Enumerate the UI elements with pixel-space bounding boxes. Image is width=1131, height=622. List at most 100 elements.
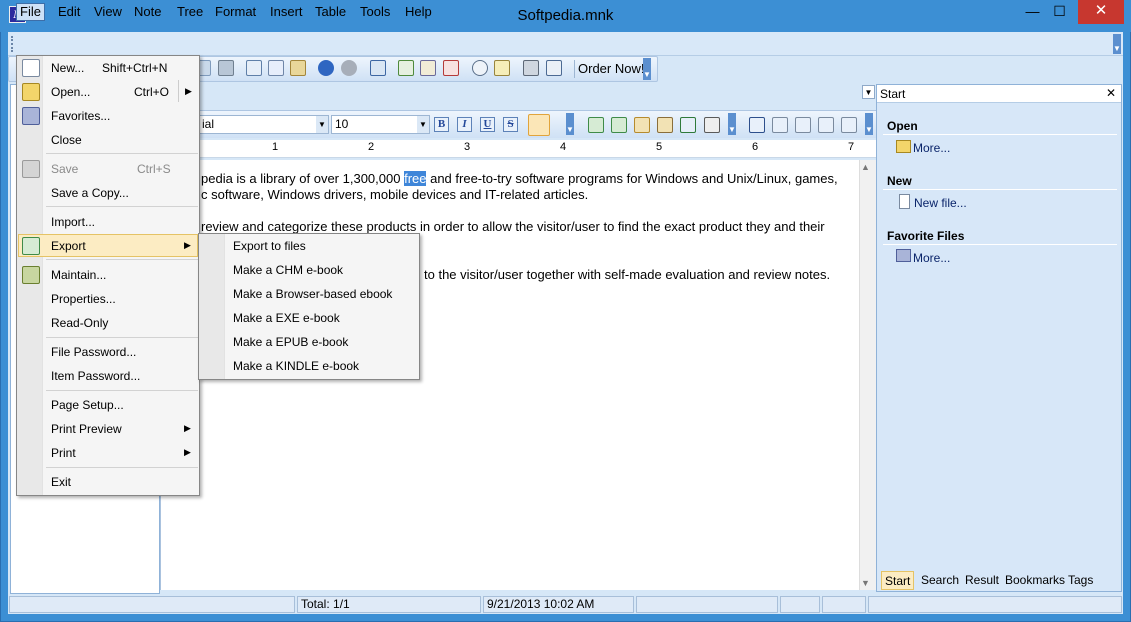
menu-item-print[interactable]: Print: [51, 446, 76, 460]
submenu-item-exe[interactable]: Make a EXE e-book: [233, 311, 340, 325]
favorites-more-link[interactable]: More...: [913, 251, 950, 265]
move-down-icon[interactable]: [611, 117, 627, 133]
redo-icon[interactable]: [341, 60, 357, 76]
format-chevron-icon[interactable]: ▼: [566, 113, 574, 135]
menu-tools[interactable]: Tools: [360, 4, 390, 22]
window-icon[interactable]: [546, 60, 562, 76]
menu-insert[interactable]: Insert: [270, 4, 303, 22]
menu-item-favorites[interactable]: Favorites...: [51, 109, 110, 123]
column-icon[interactable]: [772, 117, 788, 133]
editor-scrollbar[interactable]: [859, 160, 876, 590]
copy-icon[interactable]: [268, 60, 284, 76]
menu-item-maintain[interactable]: Maintain...: [51, 268, 106, 282]
table-icon[interactable]: [749, 117, 765, 133]
close-button[interactable]: ✕: [1078, 0, 1124, 24]
section-title-favorites: Favorite Files: [887, 229, 965, 243]
menu-note[interactable]: Note: [134, 4, 161, 22]
document-list-dropdown[interactable]: ▼: [862, 85, 875, 99]
grip-icon: [11, 36, 14, 52]
move-right-icon[interactable]: [588, 117, 604, 133]
undo-icon[interactable]: [318, 60, 334, 76]
menu-file[interactable]: File: [16, 3, 45, 21]
font-size-value: 10: [335, 117, 349, 131]
tree-icon[interactable]: [370, 60, 386, 76]
menu-item-close[interactable]: Close: [51, 133, 82, 147]
options-icon[interactable]: [523, 60, 539, 76]
new-file-link[interactable]: New file...: [914, 196, 967, 210]
scroll-up-icon[interactable]: ▲: [861, 162, 870, 172]
open-more-link[interactable]: More...: [913, 141, 950, 155]
print-icon[interactable]: [218, 60, 234, 76]
shortcut-open: Ctrl+O: [134, 85, 170, 99]
tab-start[interactable]: Start: [881, 571, 915, 590]
lock-icon[interactable]: [822, 596, 866, 613]
toolbar-chevron-icon[interactable]: ▼: [643, 58, 651, 80]
row-icon[interactable]: [795, 117, 811, 133]
menu-format[interactable]: Format: [215, 4, 256, 22]
star-icon[interactable]: [634, 117, 650, 133]
link-icon[interactable]: [657, 117, 673, 133]
align-left-icon[interactable]: [528, 114, 550, 136]
open-submenu-arrow-icon[interactable]: ▶: [178, 80, 198, 102]
italic-button[interactable]: I: [457, 117, 472, 132]
menu-item-file-password[interactable]: File Password...: [51, 345, 136, 359]
menu-item-item-password[interactable]: Item Password...: [51, 369, 140, 383]
paste-icon[interactable]: [290, 60, 306, 76]
section-title-new: New: [887, 174, 912, 188]
menu-item-new[interactable]: New...: [51, 61, 84, 75]
menu-item-print-preview[interactable]: Print Preview: [51, 422, 122, 436]
menu-edit[interactable]: Edit: [58, 4, 80, 22]
clipboard-icon[interactable]: [704, 117, 720, 133]
table-chevron-icon[interactable]: ▼: [865, 113, 873, 135]
submenu-item-export-files[interactable]: Export to files: [233, 239, 306, 253]
tab-search[interactable]: Search: [918, 571, 962, 590]
menu-view[interactable]: View: [94, 4, 122, 22]
replace-icon[interactable]: [494, 60, 510, 76]
list-icon[interactable]: [680, 117, 696, 133]
cut-icon[interactable]: [246, 60, 262, 76]
menu-help[interactable]: Help: [405, 4, 432, 22]
editor-line: pedia is a library of over 1,300,000 fre…: [201, 171, 838, 186]
tab-result[interactable]: Result: [962, 571, 1002, 590]
submenu-item-kindle[interactable]: Make a KINDLE e-book: [233, 359, 359, 373]
maximize-button[interactable]: ☐: [1046, 0, 1073, 24]
split-icon[interactable]: [841, 117, 857, 133]
submenu-item-chm[interactable]: Make a CHM e-book: [233, 263, 343, 277]
menubar-chevron-icon[interactable]: ▼: [1113, 34, 1121, 54]
menu-item-open[interactable]: Open...: [51, 85, 90, 99]
menu-item-save[interactable]: Save: [51, 162, 78, 176]
menu-item-properties[interactable]: Properties...: [51, 292, 116, 306]
menu-item-import[interactable]: Import...: [51, 215, 95, 229]
ruler-mark: 7: [848, 141, 855, 153]
format-chevron2-icon[interactable]: ▼: [728, 113, 736, 135]
insert-row-icon[interactable]: [818, 117, 834, 133]
new-note-icon[interactable]: [398, 60, 414, 76]
menu-tree[interactable]: Tree: [177, 4, 203, 22]
font-size-select[interactable]: 10 ▼: [331, 115, 430, 134]
menu-item-export[interactable]: Export: [51, 239, 86, 253]
chevron-down-icon[interactable]: ▼: [316, 116, 328, 133]
font-select[interactable]: ial ▼: [198, 115, 329, 134]
delete-note-icon[interactable]: [443, 60, 459, 76]
underline-button[interactable]: U: [480, 117, 495, 132]
menu-table[interactable]: Table: [315, 4, 346, 22]
submenu-item-epub[interactable]: Make a EPUB e-book: [233, 335, 348, 349]
tab-tags[interactable]: Tags: [1065, 571, 1096, 590]
bold-button[interactable]: B: [434, 117, 449, 132]
edit-note-icon[interactable]: [420, 60, 436, 76]
find-icon[interactable]: [472, 60, 488, 76]
ruler[interactable]: [160, 140, 876, 158]
scroll-down-icon[interactable]: ▼: [861, 578, 870, 588]
spellcheck-icon[interactable]: [780, 596, 820, 613]
minimize-button[interactable]: —: [1019, 0, 1046, 24]
menu-item-save-copy[interactable]: Save a Copy...: [51, 186, 129, 200]
tab-bookmarks[interactable]: Bookmarks: [1002, 571, 1068, 590]
menu-item-exit[interactable]: Exit: [51, 475, 71, 489]
menu-item-read-only[interactable]: Read-Only: [51, 316, 108, 330]
menu-item-page-setup[interactable]: Page Setup...: [51, 398, 124, 412]
order-now-button[interactable]: Order Now!: [574, 60, 644, 78]
close-icon[interactable]: ✕: [1106, 86, 1116, 100]
chevron-down-icon[interactable]: ▼: [417, 116, 429, 133]
submenu-item-browser-ebook[interactable]: Make a Browser-based ebook: [233, 287, 392, 301]
strikethrough-button[interactable]: S: [503, 117, 518, 132]
